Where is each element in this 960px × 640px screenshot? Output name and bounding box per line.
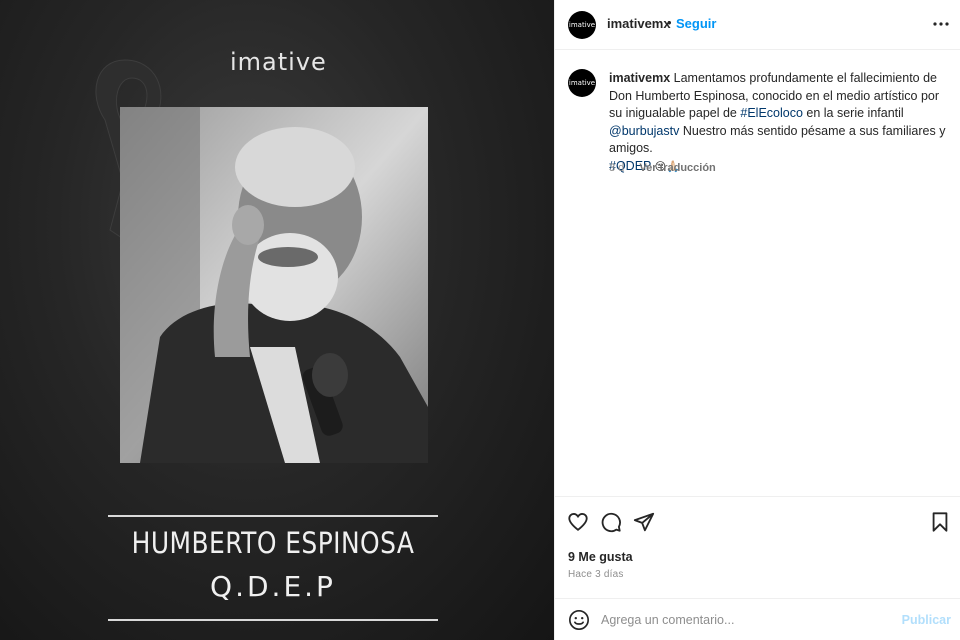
- caption-text: imativemx Lamentamos profundamente el fa…: [609, 70, 949, 176]
- hashtag-elecoloco[interactable]: #ElEcoloco: [740, 106, 803, 120]
- post-comment-button[interactable]: Publicar: [902, 613, 951, 627]
- bookmark-icon[interactable]: [929, 511, 951, 533]
- memorial-name: HUMBERTO ESPINOSA: [131, 526, 415, 560]
- heart-icon[interactable]: [567, 511, 589, 533]
- comment-icon[interactable]: [600, 511, 622, 533]
- action-bar: [555, 496, 960, 548]
- caption-age: 3 d: [609, 162, 625, 174]
- post-time-ago: Hace 3 días: [568, 569, 624, 580]
- portrait-photo: [120, 107, 428, 463]
- caption-avatar[interactable]: imative: [568, 69, 596, 97]
- comment-input[interactable]: [601, 610, 891, 630]
- comment-bar: Publicar: [555, 598, 960, 640]
- mention-burbujastv[interactable]: @burbujastv: [609, 124, 679, 138]
- caption-meta: 3 d Ver traducción: [609, 162, 716, 174]
- divider-top: [108, 515, 438, 517]
- caption-text-2: en la serie infantil: [806, 106, 904, 120]
- memorial-rip: Q.D.E.P: [210, 570, 336, 603]
- more-horizontal-icon[interactable]: [933, 14, 949, 34]
- smiley-icon[interactable]: [568, 609, 590, 631]
- avatar[interactable]: imative: [568, 11, 596, 39]
- header-username[interactable]: imativemx: [607, 16, 671, 31]
- translate-link[interactable]: Ver traducción: [639, 162, 715, 174]
- post-side-panel: imative imativemx • Seguir imative imati…: [554, 0, 960, 640]
- header-separator: •: [667, 15, 672, 30]
- send-icon[interactable]: [633, 511, 655, 533]
- brand-logo: imative: [230, 48, 327, 76]
- post-image[interactable]: imative HUMBERTO ESPINOSA Q.D.E.P: [0, 0, 554, 640]
- divider-bottom: [108, 619, 438, 621]
- post-header: imative imativemx • Seguir: [555, 0, 960, 50]
- caption-username[interactable]: imativemx: [609, 71, 670, 85]
- likes-count[interactable]: 9 Me gusta: [568, 550, 633, 564]
- follow-button[interactable]: Seguir: [676, 16, 716, 31]
